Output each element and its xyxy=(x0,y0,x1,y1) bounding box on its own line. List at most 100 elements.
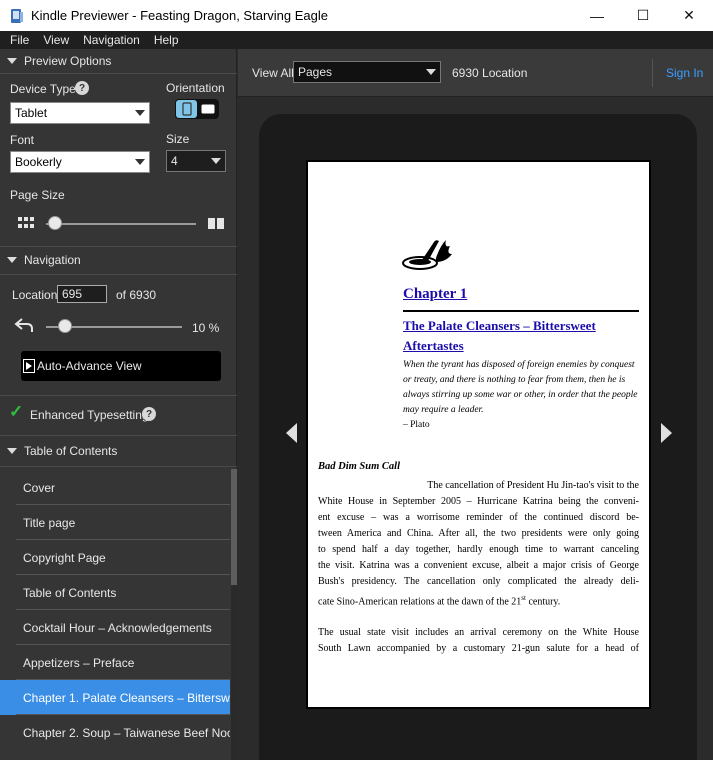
window-title: Kindle Previewer - Feasting Dragon, Star… xyxy=(31,8,328,23)
chevron-down-icon xyxy=(426,69,436,75)
next-page-icon[interactable] xyxy=(661,423,672,443)
location-count: 6930 Location xyxy=(452,66,528,80)
device-type-value: Tablet xyxy=(15,106,48,120)
location-percent: 10 % xyxy=(192,321,220,335)
close-button[interactable]: ✕ xyxy=(666,0,712,31)
page-size-slider-thumb[interactable] xyxy=(48,216,62,230)
para1-line: the visit. Katrina was a convenient excu… xyxy=(318,560,639,571)
maximize-icon: ☐ xyxy=(636,7,650,23)
portrait-icon xyxy=(181,102,192,116)
close-icon: ✕ xyxy=(683,7,695,23)
para1-text: century. xyxy=(525,596,561,608)
page-size-label: Page Size xyxy=(10,188,65,202)
chevron-down-icon xyxy=(135,159,145,165)
epigraph-author: – Plato xyxy=(403,420,430,430)
para1-line: White House in September 2005 – Hurrican… xyxy=(318,496,639,507)
device-type-select[interactable]: Tablet xyxy=(10,102,150,124)
toc-item[interactable]: Chapter 2. Soup – Taiwanese Beef Noodle … xyxy=(0,715,230,750)
small-pages-icon xyxy=(18,217,34,228)
para2-line: The usual state visit includes an arriva… xyxy=(318,627,639,638)
minimize-button[interactable]: — xyxy=(574,0,620,31)
toc-item[interactable]: Table of Contents xyxy=(0,575,230,610)
divider xyxy=(0,73,237,74)
kindle-app-icon xyxy=(11,8,23,23)
paragraph-2: The usual state visit includes an arriva… xyxy=(318,625,639,657)
divider xyxy=(0,466,237,467)
font-select[interactable]: Bookerly xyxy=(10,151,150,173)
paragraph-1: The cancellation of President Hu Jin-tao… xyxy=(318,478,639,610)
check-icon: ✓ xyxy=(9,402,24,421)
location-slider-thumb[interactable] xyxy=(57,319,72,333)
font-value: Bookerly xyxy=(15,155,62,169)
toolbar-divider xyxy=(652,59,653,87)
toc-title: Table of Contents xyxy=(24,444,118,458)
menu-navigation[interactable]: Navigation xyxy=(83,33,140,47)
font-label: Font xyxy=(10,133,35,147)
toc-item[interactable]: Chapter 1. Palate Cleansers – Bitterswee… xyxy=(0,680,230,715)
view-all-label: View All xyxy=(252,66,294,80)
toc-scrollbar-thumb[interactable] xyxy=(231,469,237,585)
preview-options-header[interactable]: Preview Options xyxy=(0,49,237,73)
divider xyxy=(0,274,237,275)
landscape-orientation-button[interactable] xyxy=(198,100,218,118)
sidebar: Preview Options Device Type ? Tablet Ori… xyxy=(0,49,237,760)
chapter-rule xyxy=(403,310,639,312)
toc-item[interactable]: Title page xyxy=(0,505,230,540)
orientation-label: Orientation xyxy=(166,81,225,95)
size-label: Size xyxy=(166,132,190,146)
help-icon[interactable]: ? xyxy=(75,81,89,95)
auto-advance-button[interactable]: Auto-Advance View xyxy=(21,351,221,381)
play-icon xyxy=(23,359,35,373)
navigation-title: Navigation xyxy=(24,253,81,267)
title-bar: Kindle Previewer - Feasting Dragon, Star… xyxy=(0,0,713,31)
portrait-orientation-button[interactable] xyxy=(176,100,197,118)
chevron-down-icon xyxy=(211,158,221,164)
toc-scrollbar[interactable] xyxy=(231,469,237,760)
maximize-button[interactable]: ☐ xyxy=(620,0,666,31)
toc-item[interactable]: Appetizers – Preface xyxy=(0,645,230,680)
page-size-slider-track xyxy=(46,223,196,225)
chapter-subtitle[interactable]: The Palate Cleansers – Bittersweet After… xyxy=(403,316,639,356)
section-title: Bad Dim Sum Call xyxy=(318,461,400,472)
epigraph: When the tyrant has disposed of foreign … xyxy=(403,360,638,415)
chevron-down-icon xyxy=(135,110,145,116)
large-pages-icon xyxy=(208,218,224,229)
minimize-icon: — xyxy=(590,7,604,24)
para1-line: tween America and China. After all, the … xyxy=(318,528,639,539)
menu-file[interactable]: File xyxy=(10,33,29,47)
back-arrow-icon[interactable] xyxy=(14,317,34,333)
previous-page-icon[interactable] xyxy=(286,423,297,443)
menu-help[interactable]: Help xyxy=(154,33,179,47)
sign-in-link[interactable]: Sign In xyxy=(666,66,703,80)
navigation-header[interactable]: Navigation xyxy=(0,248,237,272)
location-total: of 6930 xyxy=(116,288,157,302)
toc-item[interactable]: Cocktail Hour – Acknowledgements xyxy=(0,610,230,645)
teapot-ornament-icon xyxy=(402,240,452,270)
location-input[interactable]: 695 xyxy=(57,285,107,303)
menu-view[interactable]: View xyxy=(43,33,69,47)
para2-line: South Lawn accompanied by a customary 21… xyxy=(318,643,639,654)
para1-line: Bush's presidency. The cancellation only… xyxy=(318,576,639,587)
divider xyxy=(0,435,237,436)
divider xyxy=(0,395,237,396)
collapse-triangle-icon xyxy=(7,58,17,64)
collapse-triangle-icon xyxy=(7,448,17,454)
para1-line: The cancellation of President Hu Jin-tao… xyxy=(427,480,639,491)
auto-advance-label: Auto-Advance View xyxy=(37,359,142,373)
toc-header[interactable]: Table of Contents xyxy=(0,439,237,463)
preview-options-title: Preview Options xyxy=(24,54,112,68)
para1-line: to spend half a day together, hardly eno… xyxy=(318,544,639,555)
view-mode-select[interactable]: Pages xyxy=(293,61,441,83)
toc-item[interactable]: Copyright Page xyxy=(0,540,230,575)
para1-line: cate Sino-American relations at the dawn… xyxy=(318,590,639,610)
para1-line: ent excuse – was a worrisome reminder of… xyxy=(318,512,639,523)
orientation-toggle xyxy=(175,99,219,119)
chapter-heading[interactable]: Chapter 1 xyxy=(403,286,467,303)
toc-item[interactable]: Cover xyxy=(0,470,230,505)
device-type-label: Device Type xyxy=(10,82,76,96)
size-value: 4 xyxy=(171,154,178,168)
location-value: 695 xyxy=(62,287,83,301)
help-icon[interactable]: ? xyxy=(142,407,156,421)
menu-bar: File View Navigation Help xyxy=(0,31,713,49)
size-select[interactable]: 4 xyxy=(166,150,226,172)
